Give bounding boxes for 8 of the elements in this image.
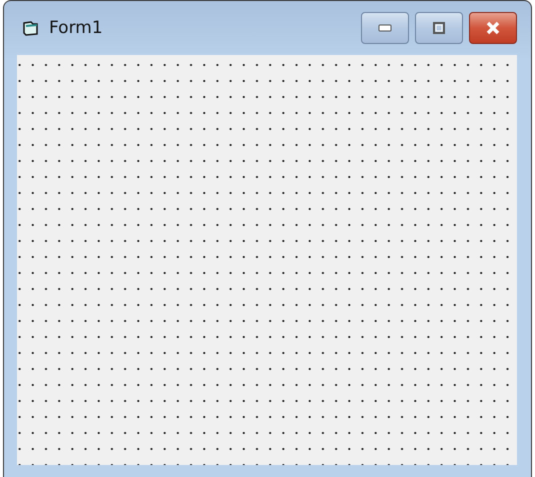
form-icon (22, 20, 39, 36)
maximize-icon (433, 22, 445, 34)
maximize-button[interactable] (415, 12, 463, 44)
minimize-button[interactable] (361, 12, 409, 44)
close-icon (485, 21, 501, 35)
minimize-icon (378, 24, 392, 32)
window-title: Form1 (49, 18, 103, 38)
close-button[interactable] (469, 12, 517, 44)
